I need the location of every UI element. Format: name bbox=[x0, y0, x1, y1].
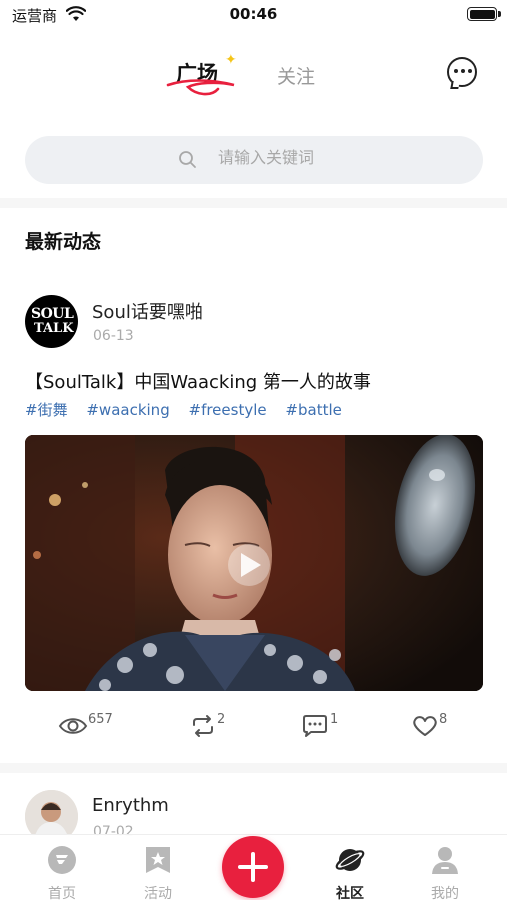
like-count: 8 bbox=[439, 712, 448, 727]
tab-follow[interactable]: 关注 bbox=[277, 62, 315, 89]
activity-icon bbox=[146, 847, 170, 873]
add-post-button[interactable] bbox=[222, 836, 284, 898]
video-thumbnail[interactable] bbox=[25, 435, 483, 691]
tag-link[interactable]: #battle bbox=[285, 401, 341, 419]
status-bar: 运营商 00:46 bbox=[0, 0, 507, 30]
tag-link[interactable]: #freestyle bbox=[189, 401, 267, 419]
views-count: 657 bbox=[88, 712, 113, 727]
avatar-logo-line1: SOUL bbox=[31, 306, 74, 322]
tag-link[interactable]: #街舞 bbox=[25, 401, 68, 419]
battery-nub bbox=[498, 11, 501, 17]
heart-icon bbox=[413, 716, 437, 736]
post-username[interactable]: Enrythm bbox=[92, 795, 169, 816]
divider bbox=[0, 198, 507, 208]
comment-icon bbox=[303, 715, 327, 737]
tab-profile-label: 我的 bbox=[431, 886, 459, 900]
post-username[interactable]: Soul话要嘿啪 bbox=[92, 298, 203, 324]
eye-icon bbox=[58, 718, 88, 734]
clock: 00:46 bbox=[229, 5, 278, 23]
tab-home-label: 首页 bbox=[48, 886, 76, 900]
repost-count: 2 bbox=[217, 712, 226, 727]
battery-icon bbox=[467, 7, 497, 21]
tag-link[interactable]: #waacking bbox=[86, 401, 169, 419]
video-frame-image bbox=[25, 435, 483, 691]
profile-icon bbox=[432, 847, 458, 874]
plus-icon bbox=[251, 852, 255, 882]
chat-dots-icon bbox=[454, 69, 472, 73]
post-title[interactable]: 【SoulTalk】中国Waacking 第一人的故事 bbox=[25, 368, 371, 394]
divider bbox=[0, 763, 507, 773]
tab-activity-label: 活动 bbox=[144, 886, 172, 900]
repost-icon bbox=[193, 715, 213, 737]
tab-community-label: 社区 bbox=[336, 886, 364, 900]
message-button[interactable] bbox=[447, 57, 477, 89]
tab-underline-icon bbox=[166, 79, 235, 96]
post-stats: 657 2 1 8 bbox=[0, 712, 507, 746]
sparkle-icon: ✦ bbox=[225, 52, 237, 68]
planet-icon bbox=[335, 849, 365, 871]
section-title: 最新动态 bbox=[25, 231, 102, 253]
comment-count: 1 bbox=[330, 712, 339, 727]
avatar-logo-line2: TALK bbox=[34, 321, 74, 336]
header: 广场 ✦ 关注 bbox=[0, 48, 507, 104]
search-icon bbox=[179, 151, 196, 168]
post-date: 06-13 bbox=[93, 328, 134, 344]
search-input[interactable] bbox=[218, 148, 418, 167]
post-tags: #街舞 #waacking #freestyle #battle bbox=[25, 399, 356, 420]
home-icon bbox=[48, 846, 76, 874]
avatar[interactable]: SOUL TALK bbox=[25, 295, 78, 348]
search-bar[interactable] bbox=[25, 136, 483, 184]
tab-square[interactable]: 广场 ✦ bbox=[166, 52, 237, 96]
